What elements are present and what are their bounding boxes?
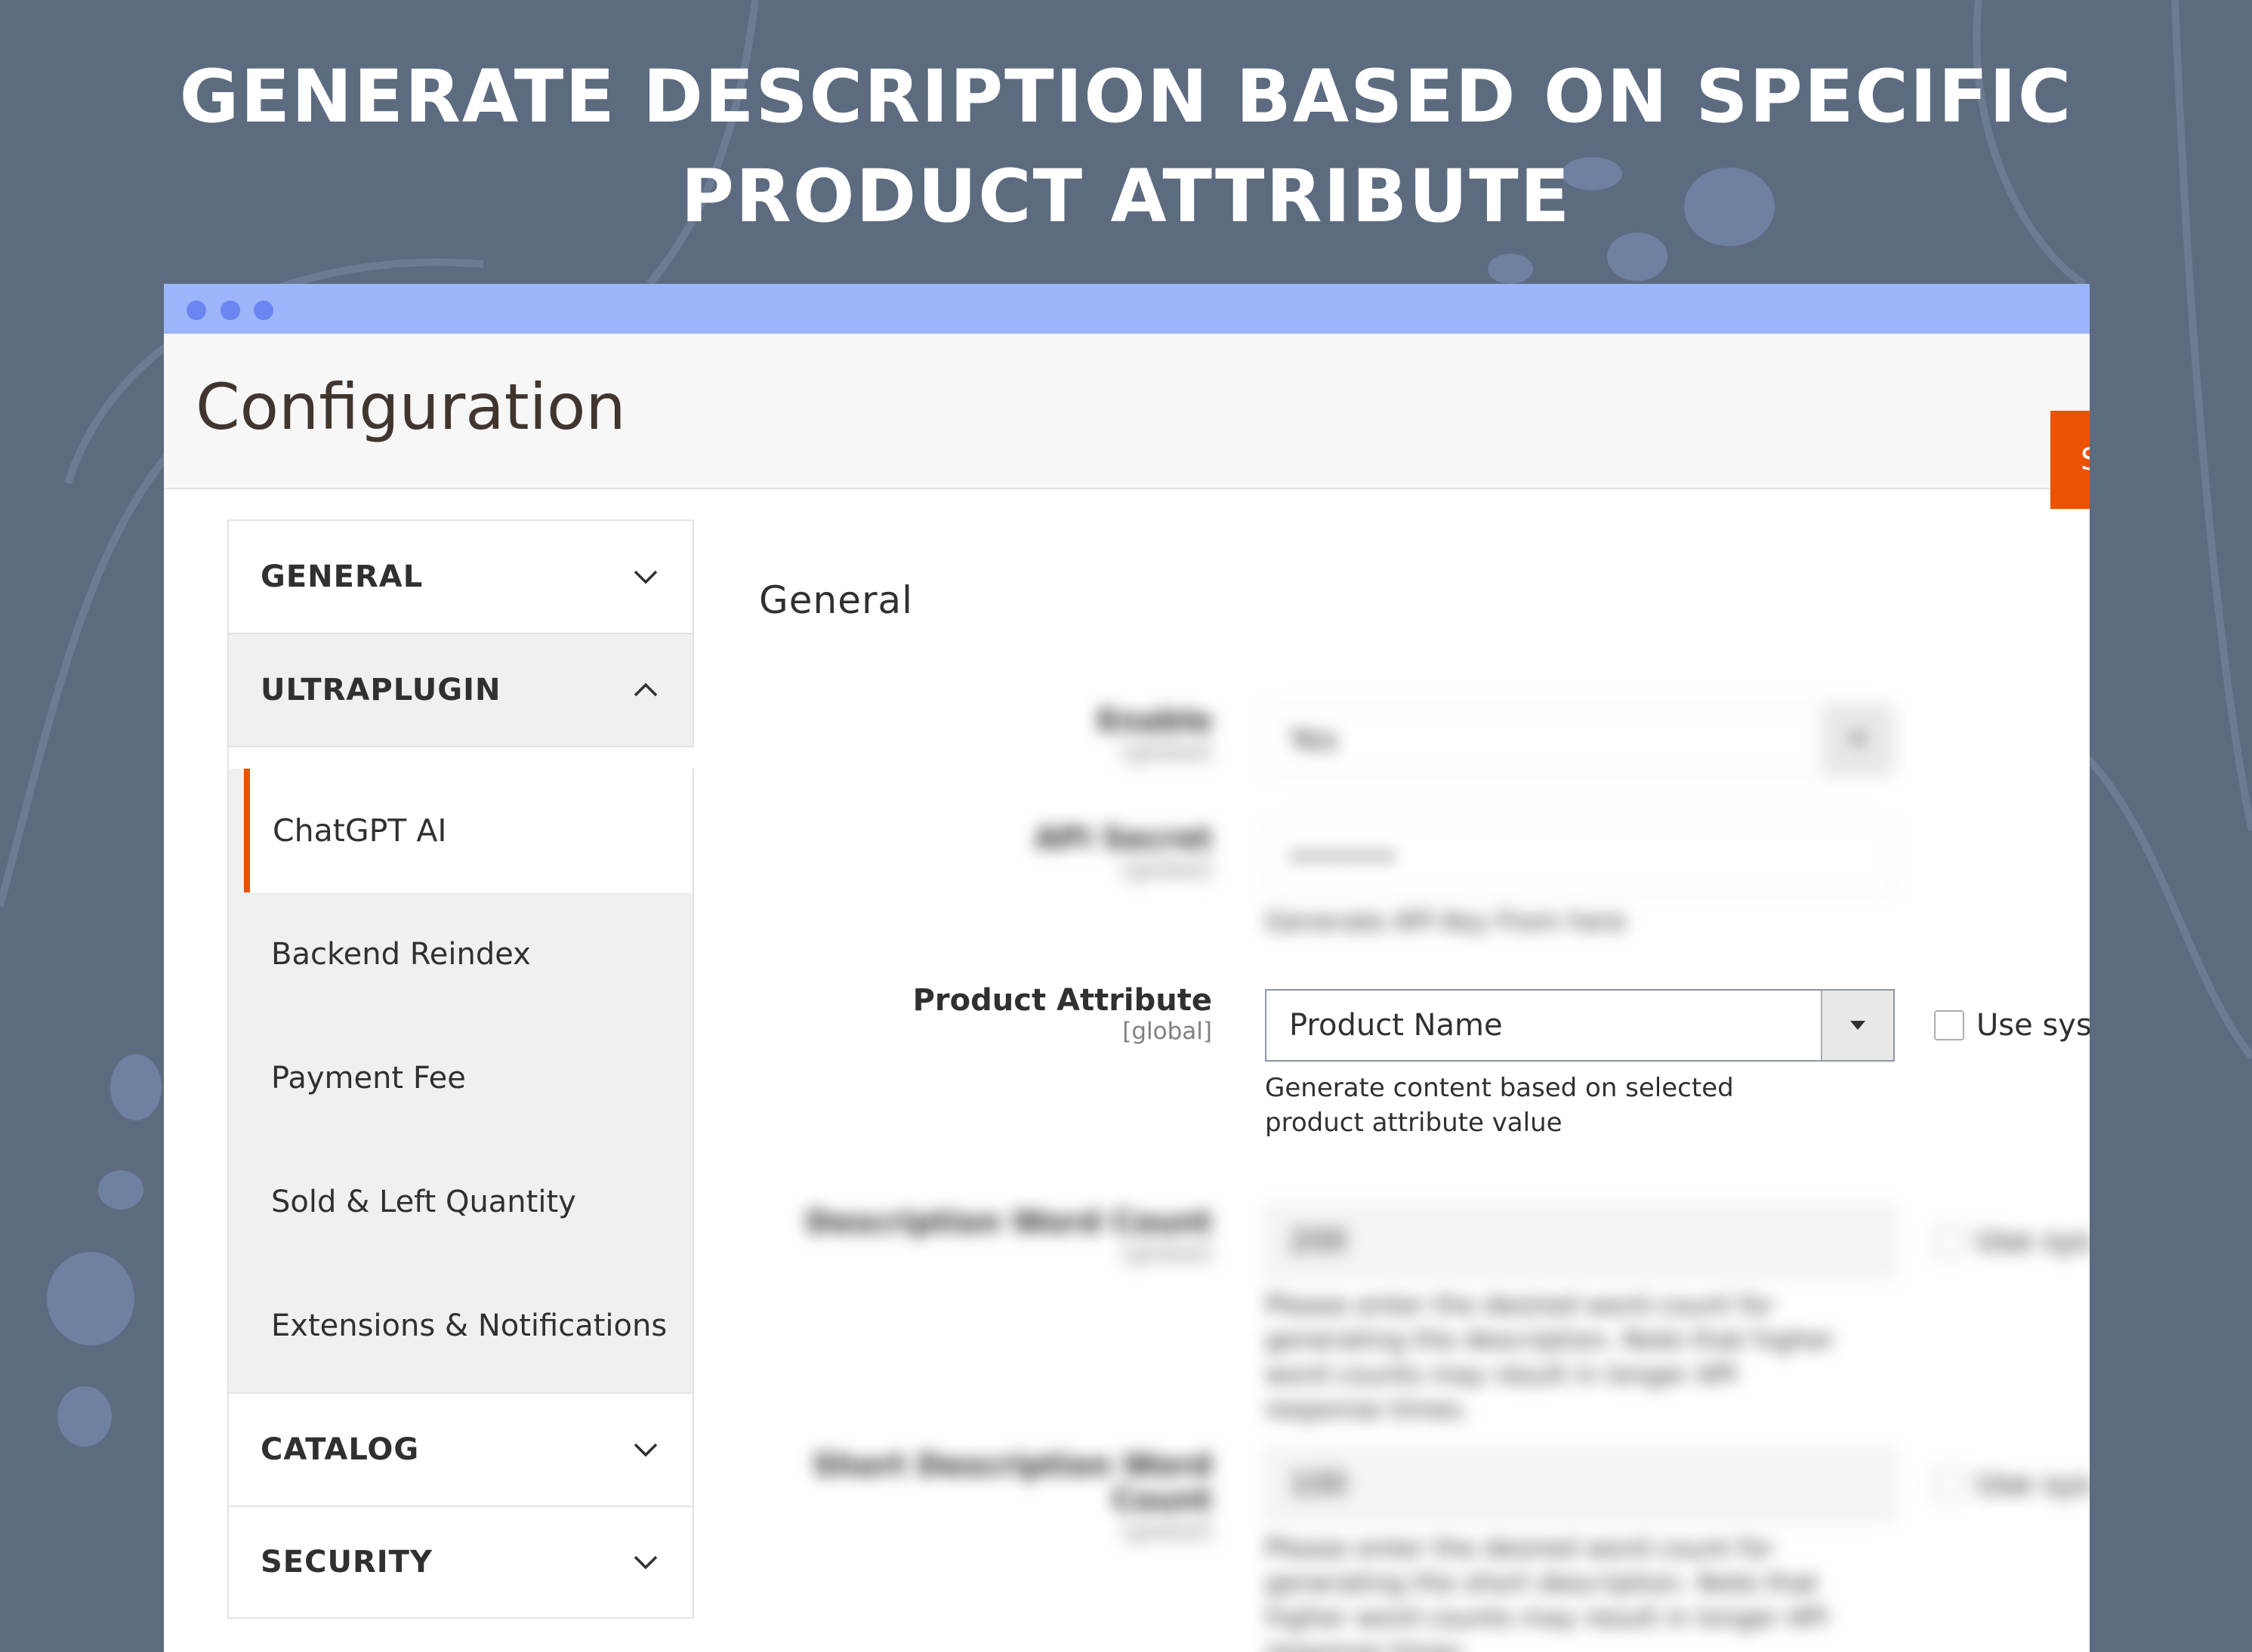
field-label-text: Enable — [1097, 704, 1212, 738]
short-description-word-count-input[interactable]: 100 — [1265, 1448, 1895, 1521]
description-word-count-input[interactable]: 200 — [1265, 1205, 1895, 1278]
sidebar-section-general[interactable]: GENERAL — [227, 519, 694, 633]
field-note: Please enter the desired word count for … — [1265, 1533, 1828, 1652]
product-attribute-label: Product Attribute [global] — [759, 983, 1212, 1045]
use-system-checkbox[interactable] — [1934, 1010, 1964, 1040]
hero-line-1: GENERATE DESCRIPTION BASED ON SPECIFIC — [179, 54, 2073, 139]
save-config-button[interactable]: S — [2050, 411, 2090, 509]
sidebar-section-label: CATALOG — [261, 1432, 420, 1467]
sidebar-item-extensions-notifications[interactable]: Extensions & Notifications — [229, 1264, 693, 1388]
product-attribute-note: Generate content based on selected produ… — [1265, 1073, 1734, 1138]
use-system-checkbox[interactable] — [1934, 1226, 1964, 1256]
sidebar-item-backend-reindex[interactable]: Backend Reindex — [229, 892, 693, 1016]
sidebar-item-label: Payment Fee — [271, 1061, 466, 1096]
field-value: Product Name — [1289, 1008, 1503, 1043]
sidebar-item-label: Sold & Left Quantity — [271, 1185, 576, 1219]
browser-window: Configuration S GENERAL ULTRAPLUGIN Chat… — [164, 284, 2090, 1652]
section-title: General — [759, 578, 914, 622]
ultraplugin-submenu: ChatGPT AI Backend Reindex Payment Fee S… — [227, 746, 694, 1392]
field-label: API Secret [global] — [759, 821, 1212, 883]
field-note: Please enter the desired word count for … — [1265, 1290, 1834, 1425]
sidebar-section-label: SECURITY — [261, 1545, 433, 1580]
sidebar-item-sold-left-quantity[interactable]: Sold & Left Quantity — [229, 1140, 693, 1264]
field-label: Short Description Word Count [global] — [759, 1448, 1212, 1545]
field-scope: [global] — [1122, 1518, 1212, 1545]
page-title: Configuration — [196, 370, 626, 444]
sidebar-item-label: ChatGPT AI — [273, 812, 447, 849]
sidebar-section-catalog[interactable]: CATALOG — [227, 1392, 694, 1506]
api-secret-input[interactable]: •••••• — [1265, 821, 1895, 894]
chevron-down-icon — [634, 1443, 658, 1457]
enable-select[interactable]: Yes — [1265, 704, 1895, 776]
use-system-value[interactable]: Use sys — [1934, 1448, 2090, 1521]
field-scope: [global] — [1122, 738, 1212, 766]
page-header: Configuration S — [164, 334, 2090, 509]
sidebar-item-payment-fee[interactable]: Payment Fee — [229, 1016, 693, 1140]
chevron-up-icon — [634, 683, 658, 697]
field-value: 200 — [1289, 1224, 1347, 1259]
sidebar-item-chatgpt-ai[interactable]: ChatGPT AI — [244, 769, 693, 892]
field-label: Description Word Count [global] — [759, 1205, 1212, 1267]
field-value: 100 — [1289, 1467, 1347, 1502]
field-scope: [global] — [1122, 856, 1212, 883]
sidebar-section-security[interactable]: SECURITY — [227, 1506, 694, 1619]
field-label-text: Product Attribute — [912, 983, 1212, 1018]
window-titlebar — [164, 284, 2090, 334]
sidebar-section-label: ULTRAPLUGIN — [261, 673, 501, 707]
field-label: Enable [global] — [759, 704, 1212, 766]
field-label-text: API Secret — [1035, 821, 1212, 856]
field-scope: [global] — [1122, 1240, 1212, 1267]
checkbox-label: Use sys — [1976, 1467, 2090, 1502]
sidebar-item-label: Extensions & Notifications — [271, 1308, 668, 1343]
use-system-value[interactable]: Use sys — [1934, 989, 2090, 1062]
field-value: Yes — [1289, 723, 1338, 757]
field-label-text: Description Word Count — [805, 1205, 1212, 1240]
checkbox-label: Use sys — [1976, 1224, 2090, 1259]
field-value: •••••• — [1289, 840, 1396, 875]
sidebar-section-label: GENERAL — [261, 559, 424, 594]
config-sidebar: GENERAL ULTRAPLUGIN ChatGPT AI Backend R… — [227, 519, 694, 1619]
chevron-down-icon — [634, 570, 658, 584]
field-label-text: Short Description Word Count — [813, 1448, 1212, 1518]
sidebar-section-ultraplugin[interactable]: ULTRAPLUGIN — [227, 633, 694, 746]
dropdown-arrow-icon[interactable] — [1821, 991, 1893, 1060]
window-dot-icon[interactable] — [221, 301, 240, 320]
use-system-checkbox[interactable] — [1934, 1469, 1964, 1499]
hero-line-2: PRODUCT ATTRIBUTE — [680, 154, 1572, 239]
checkbox-label: Use sys — [1976, 1008, 2090, 1043]
sidebar-item-label: Backend Reindex — [271, 937, 531, 972]
use-system-value[interactable]: Use sys — [1934, 1205, 2090, 1278]
window-dot-icon[interactable] — [254, 301, 273, 320]
field-note: Generate API Key From here — [1265, 907, 1627, 937]
dropdown-arrow-icon[interactable] — [1821, 705, 1893, 775]
product-attribute-select[interactable]: Product Name — [1265, 989, 1895, 1062]
chevron-down-icon — [634, 1555, 658, 1570]
field-scope: [global] — [1122, 1018, 1212, 1045]
window-dot-icon[interactable] — [187, 301, 206, 320]
hero-heading: GENERATE DESCRIPTION BASED ON SPECIFIC P… — [0, 47, 2252, 246]
